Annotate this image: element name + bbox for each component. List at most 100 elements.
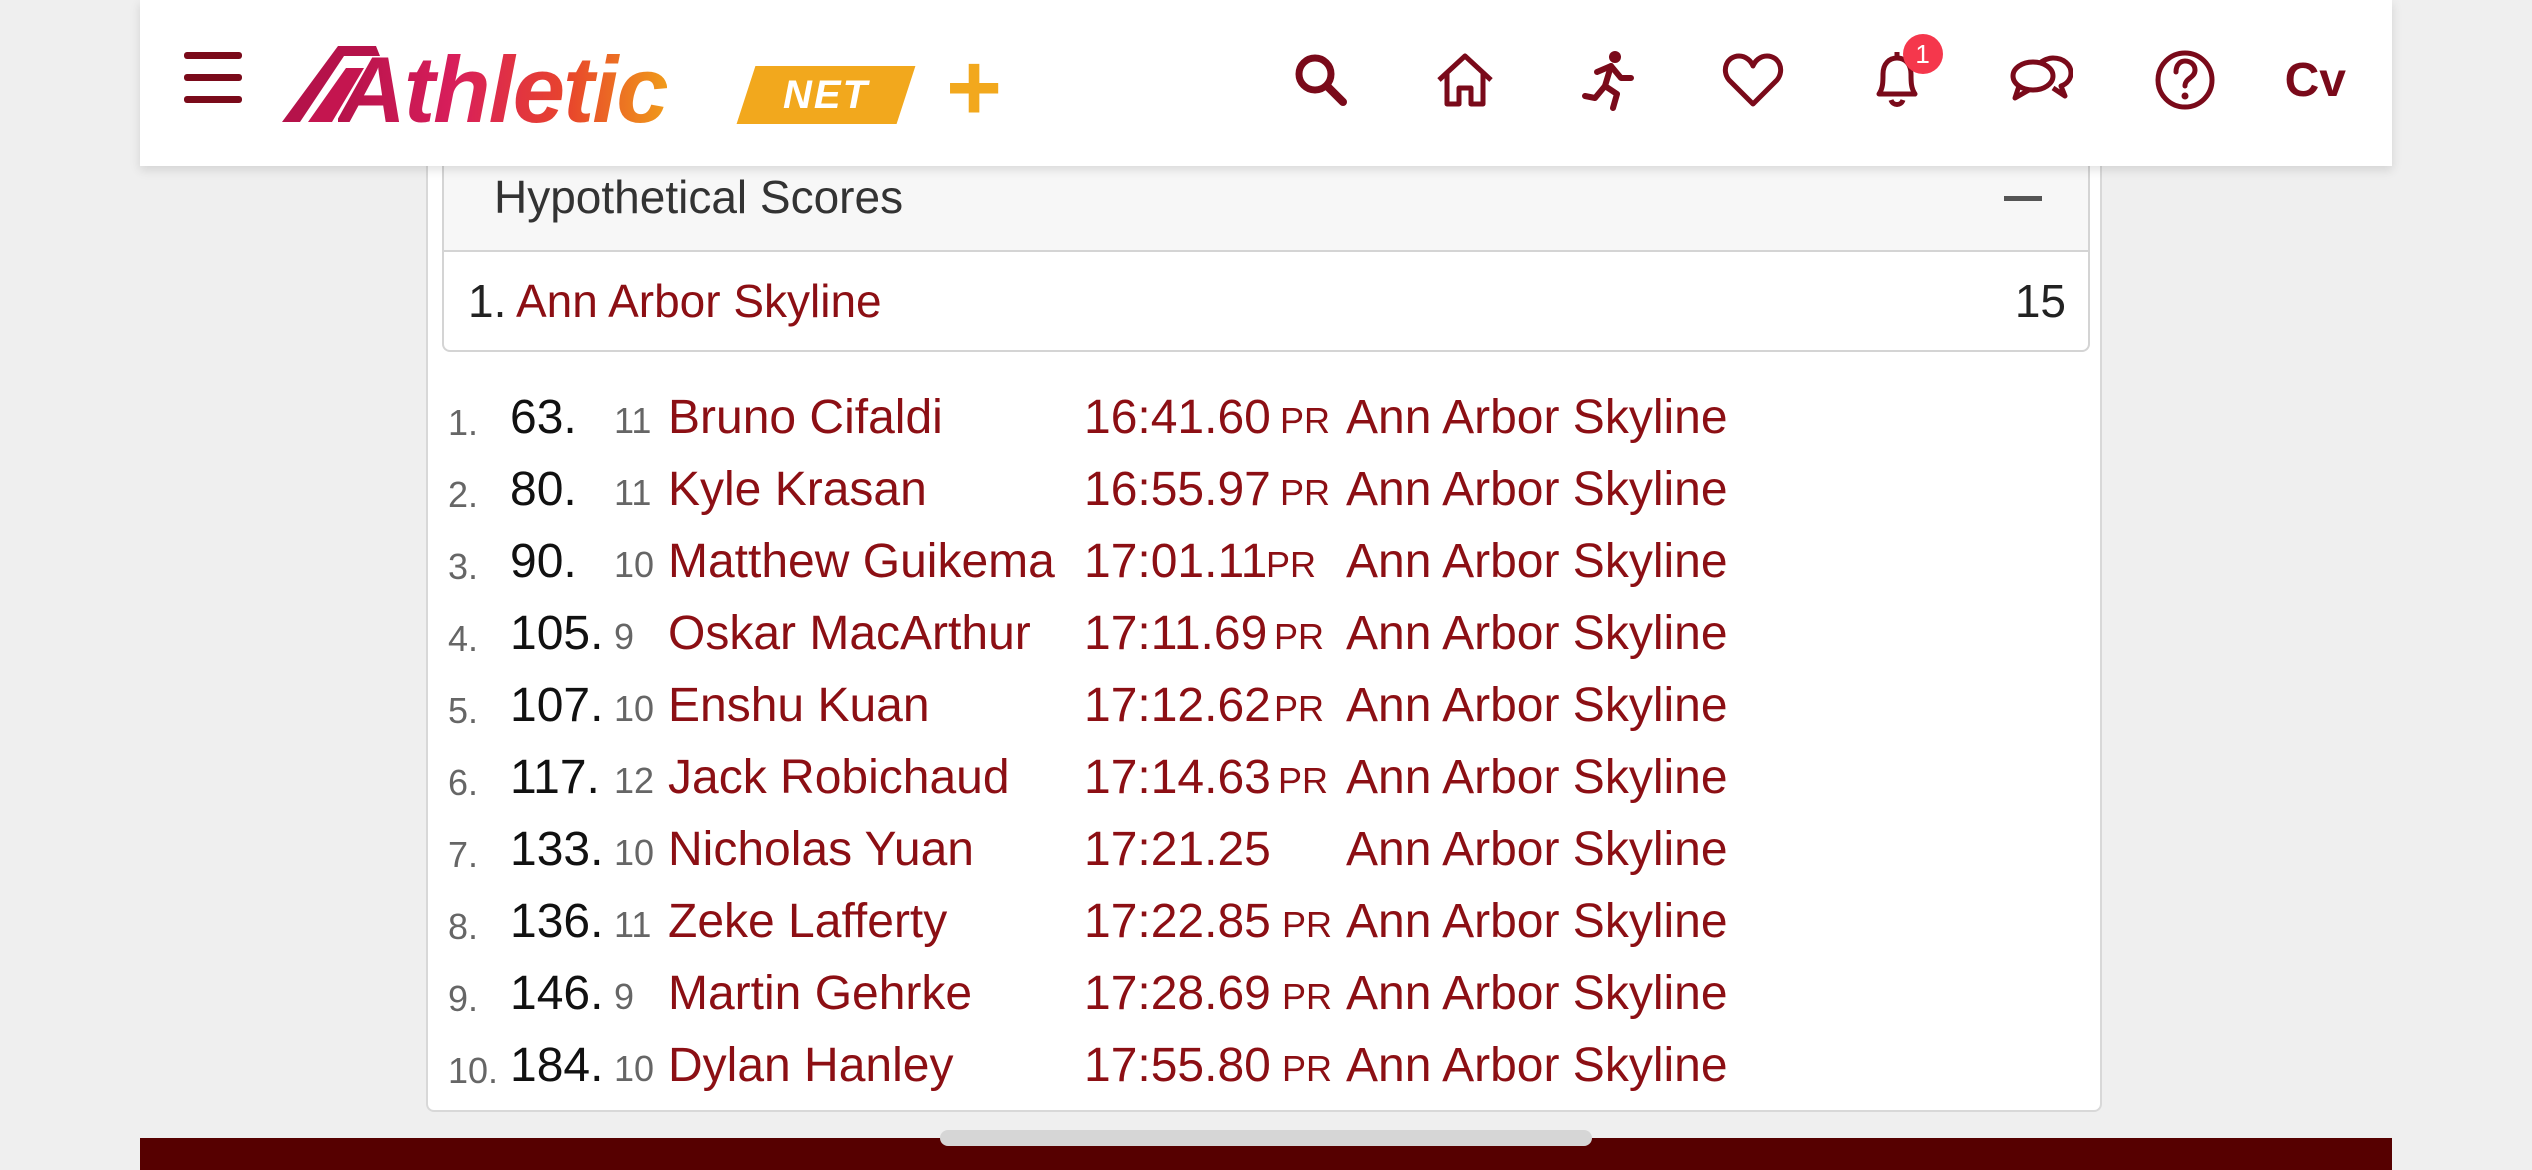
menu-icon[interactable] [184,52,244,104]
team-name-link[interactable]: Ann Arbor Skyline [1346,606,1728,661]
athlete-name-link[interactable]: Kyle Krasan [668,462,927,517]
result-time-link[interactable]: 16:41.60 [1084,390,1271,445]
home-icon[interactable] [1425,40,1505,120]
team-score: 15 [2014,275,2066,327]
athlete-name-link[interactable]: Martin Gehrke [668,966,972,1021]
athlete-name-link[interactable]: Jack Robichaud [668,750,1010,805]
athlete-name-link[interactable]: Dylan Hanley [668,1038,953,1093]
athlete-name-link[interactable]: Oskar MacArthur [668,606,1031,661]
result-index: 7. [448,834,479,875]
result-time-link[interactable]: 16:55.97 [1084,462,1271,517]
team-name-link[interactable]: Ann Arbor Skyline [1346,462,1728,517]
athlete-name-link[interactable]: Nicholas Yuan [668,822,974,877]
result-index: 6. [448,762,479,803]
athlete-grade: 9 [614,616,635,657]
logo-plus: + [946,34,1003,141]
result-row: 9. 146. 9 Martin Gehrke 17:28.69 PR Ann … [442,960,2042,1032]
bell-icon[interactable]: 1 [1857,34,1943,120]
athlete-name-link[interactable]: Enshu Kuan [668,678,930,733]
result-place: 117. [510,751,600,804]
hypothetical-scores-panel: Hypothetical Scores 1. Ann Arbor Skyline… [442,150,2090,352]
result-row: 7. 133. 10 Nicholas Yuan 17:21.25 Ann Ar… [442,816,2042,888]
chat-icon[interactable] [2001,40,2081,120]
result-row: 1. 63. 11 Bruno Cifaldi 16:41.60 PR Ann … [442,384,2042,456]
result-place: 90. [510,535,577,588]
result-row: 4. 105. 9 Oskar MacArthur 17:11.69 PR An… [442,600,2042,672]
collapse-icon[interactable] [2004,196,2042,201]
top-nav-bar: Athletic NET + 1 Cv [140,0,2392,166]
team-name-link[interactable]: Ann Arbor Skyline [1346,534,1728,589]
result-place: 105. [510,607,604,660]
result-place: 80. [510,463,577,516]
search-icon[interactable] [1281,40,1361,120]
athlete-grade: 10 [614,688,655,729]
result-place: 146. [510,967,604,1020]
result-index: 10. [448,1050,499,1091]
result-time-link[interactable]: 17:01.11 [1084,534,1267,589]
result-place: 136. [510,895,604,948]
pr-badge: PR [1274,688,1325,729]
notification-badge: 1 [1902,34,1943,74]
header-icons: 1 Cv [1217,30,2346,130]
help-icon[interactable] [2145,40,2225,120]
result-index: 1. [448,402,479,443]
team-score-row: 1. Ann Arbor Skyline 15 [444,252,2088,350]
result-time-link[interactable]: 17:55.80 [1084,1038,1271,1093]
athlete-grade: 10 [614,544,655,585]
result-time-link[interactable]: 17:22.85 [1084,894,1271,949]
team-name-link[interactable]: Ann Arbor Skyline [1346,822,1728,877]
pr-badge: PR [1278,760,1329,801]
result-index: 4. [448,618,479,659]
result-row: 8. 136. 11 Zeke Lafferty 17:22.85 PR Ann… [442,888,2042,960]
team-name-link[interactable]: Ann Arbor Skyline [516,274,882,328]
pr-badge: PR [1282,904,1333,945]
athlete-grade: 11 [614,400,652,441]
team-rank: 1. [468,275,507,327]
result-place: 107. [510,679,604,732]
team-name-link[interactable]: Ann Arbor Skyline [1346,966,1728,1021]
result-time-link[interactable]: 17:21.25 [1084,822,1271,877]
athlete-grade: 11 [614,472,652,513]
athlete-name-link[interactable]: Matthew Guikema [668,534,1055,589]
pr-badge: PR [1280,472,1331,513]
result-time-link[interactable]: 17:12.62 [1084,678,1271,733]
result-row: 6. 117. 12 Jack Robichaud 17:14.63 PR An… [442,744,2042,816]
result-index: 5. [448,690,479,731]
pr-badge: PR [1282,1048,1333,1089]
result-index: 2. [448,474,479,515]
pr-badge: PR [1280,400,1331,441]
athlete-name-link[interactable]: Zeke Lafferty [668,894,947,949]
result-row: 2. 80. 11 Kyle Krasan 16:55.97 PR Ann Ar… [442,456,2042,528]
page: Athletic NET + 1 Cv Hypothetical Scores … [140,0,2392,1170]
result-index: 9. [448,978,479,1019]
athlete-grade: 10 [614,832,655,873]
results-list: 1. 63. 11 Bruno Cifaldi 16:41.60 PR Ann … [442,384,2042,1104]
athlete-grade: 11 [614,904,652,945]
pr-badge: PR [1266,544,1317,585]
athletic-net-logo[interactable]: Athletic NET + [280,32,1020,142]
logo-wordmark: Athletic [338,37,669,142]
result-time-link[interactable]: 17:14.63 [1084,750,1271,805]
team-name-link[interactable]: Ann Arbor Skyline [1346,390,1728,445]
runner-icon[interactable] [1569,40,1649,120]
athlete-grade: 9 [614,976,635,1017]
result-time-link[interactable]: 17:28.69 [1084,966,1271,1021]
result-index: 3. [448,546,479,587]
team-name-link[interactable]: Ann Arbor Skyline [1346,894,1728,949]
logo-net-badge: NET [736,66,916,124]
team-name-link[interactable]: Ann Arbor Skyline [1346,750,1728,805]
result-time-link[interactable]: 17:11.69 [1084,606,1267,661]
result-index: 8. [448,906,479,947]
user-avatar-initials[interactable]: Cv [2285,53,2346,108]
athlete-grade: 10 [614,1048,655,1089]
home-indicator[interactable] [940,1130,1592,1146]
result-row: 10. 184. 10 Dylan Hanley 17:55.80 PR Ann… [442,1032,2042,1104]
result-row: 3. 90. 10 Matthew Guikema 17:01.11 PR An… [442,528,2042,600]
heart-icon[interactable] [1713,40,1793,120]
result-place: 133. [510,823,604,876]
result-row: 5. 107. 10 Enshu Kuan 17:12.62 PR Ann Ar… [442,672,2042,744]
team-name-link[interactable]: Ann Arbor Skyline [1346,1038,1728,1093]
athlete-name-link[interactable]: Bruno Cifaldi [668,390,943,445]
result-place: 184. [510,1039,604,1092]
team-name-link[interactable]: Ann Arbor Skyline [1346,678,1728,733]
